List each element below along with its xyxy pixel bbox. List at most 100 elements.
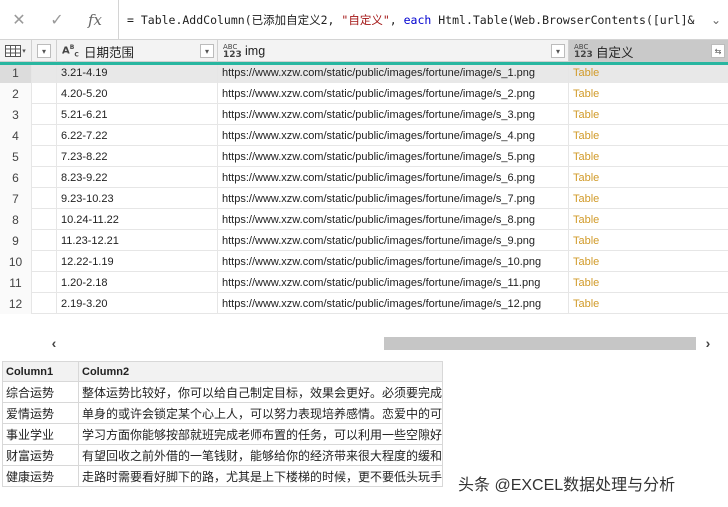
any-type-icon[interactable]: ABC 123 <box>223 43 242 60</box>
scroll-thumb[interactable] <box>384 337 696 350</box>
cell-img-url[interactable]: https://www.xzw.com/static/public/images… <box>218 104 569 125</box>
row-number[interactable]: 2 <box>0 83 32 104</box>
row-spacer <box>32 251 57 272</box>
cell-date[interactable]: 11.23-12.21 <box>57 230 218 251</box>
column-header-custom[interactable]: ABC 123 自定义 ⇆ <box>569 40 728 62</box>
cell-table-link[interactable]: Table <box>569 146 728 167</box>
cell-img-url[interactable]: https://www.xzw.com/static/public/images… <box>218 83 569 104</box>
cell-date[interactable]: 1.20-2.18 <box>57 272 218 293</box>
preview-header-col1: Column1 <box>2 361 79 382</box>
cell-table-link[interactable]: Table <box>569 62 728 83</box>
cell-img-url[interactable]: https://www.xzw.com/static/public/images… <box>218 62 569 83</box>
table-row[interactable]: 10 12.22-1.19 https://www.xzw.com/static/p… <box>0 251 728 272</box>
preview-table: Column1 Column2 综合运势 整体运势比较好，你可以给自己制定目标，效… <box>2 361 443 487</box>
column-name-img: img <box>245 44 266 58</box>
grid-header: ▾ ▾ ABC 日期范围 ▾ ABC 123 img ▾ ABC 123 自定义 ⇆ <box>0 40 728 62</box>
cell-date[interactable]: 8.23-9.22 <box>57 167 218 188</box>
chevron-down-icon[interactable]: ▾ <box>200 44 214 58</box>
cell-table-link[interactable]: Table <box>569 125 728 146</box>
cell-table-link[interactable]: Table <box>569 83 728 104</box>
table-row[interactable]: 2 4.20-5.20 https://www.xzw.com/static/pub… <box>0 83 728 104</box>
chevron-left-icon[interactable]: ‹ <box>46 333 62 353</box>
cell-img-url[interactable]: https://www.xzw.com/static/public/images… <box>218 188 569 209</box>
table-row[interactable]: 11 1.20-2.18 https://www.xzw.com/static/pu… <box>0 272 728 293</box>
preview-cell-value: 有望回收之前外借的一笔钱财，能够给你的经济带来很大程度的缓和 <box>78 444 443 466</box>
row-number[interactable]: 9 <box>0 230 32 251</box>
preview-cell-key: 财富运势 <box>2 444 79 466</box>
horizontal-scrollbar[interactable]: ‹ › <box>0 333 728 355</box>
cell-date[interactable]: 12.22-1.19 <box>57 251 218 272</box>
row-number[interactable]: 8 <box>0 209 32 230</box>
row-number[interactable]: 1 <box>0 62 32 83</box>
table-row[interactable]: 12 2.19-3.20 https://www.xzw.com/static/pu… <box>0 293 728 314</box>
row-spacer <box>32 104 57 125</box>
chevron-right-icon[interactable]: › <box>700 333 716 353</box>
cell-table-link[interactable]: Table <box>569 293 728 314</box>
row-spacer <box>32 209 57 230</box>
row-number[interactable]: 7 <box>0 188 32 209</box>
column-header-date[interactable]: ABC 日期范围 ▾ <box>57 40 218 62</box>
close-icon[interactable]: ✕ <box>0 0 38 40</box>
cell-img-url[interactable]: https://www.xzw.com/static/public/images… <box>218 167 569 188</box>
preview-row: 健康运势 走路时需要看好脚下的路，尤其是上下楼梯的时候，更不要低头玩手 <box>2 465 443 487</box>
column-header-img[interactable]: ABC 123 img ▾ <box>218 40 569 62</box>
table-row[interactable]: 1 3.21-4.19 https://www.xzw.com/static/pub… <box>0 62 728 83</box>
row-number[interactable]: 4 <box>0 125 32 146</box>
preview-cell-key: 综合运势 <box>2 381 79 403</box>
cell-date[interactable]: 3.21-4.19 <box>57 62 218 83</box>
cell-table-link[interactable]: Table <box>569 167 728 188</box>
cell-img-url[interactable]: https://www.xzw.com/static/public/images… <box>218 209 569 230</box>
preview-header-row: Column1 Column2 <box>2 361 443 382</box>
row-number[interactable]: 3 <box>0 104 32 125</box>
cell-table-link[interactable]: Table <box>569 272 728 293</box>
formula-keyword: each <box>403 12 432 27</box>
chevron-down-icon[interactable]: ▾ <box>551 44 565 58</box>
cell-date[interactable]: 4.20-5.20 <box>57 83 218 104</box>
header-filter-cell: ▾ <box>32 40 57 62</box>
expand-column-icon[interactable]: ⇆ <box>711 44 725 58</box>
row-number[interactable]: 12 <box>0 293 32 314</box>
cell-img-url[interactable]: https://www.xzw.com/static/public/images… <box>218 230 569 251</box>
row-number[interactable]: 6 <box>0 167 32 188</box>
cell-table-link[interactable]: Table <box>569 251 728 272</box>
table-row[interactable]: 6 8.23-9.22 https://www.xzw.com/static/pub… <box>0 167 728 188</box>
chevron-down-icon[interactable]: ⌄ <box>704 0 728 40</box>
preview-cell-key: 爱情运势 <box>2 402 79 424</box>
preview-row: 综合运势 整体运势比较好，你可以给自己制定目标，效果会更好。必须要完成 <box>2 381 443 403</box>
preview-body: 综合运势 整体运势比较好，你可以给自己制定目标，效果会更好。必须要完成 爱情运势 单身… <box>2 381 443 487</box>
type-label-123: 123 <box>223 49 242 60</box>
table-menu-icon[interactable]: ▾ <box>0 40 32 62</box>
any-type-icon[interactable]: ABC 123 <box>574 43 593 59</box>
cell-table-link[interactable]: Table <box>569 209 728 230</box>
cell-table-link[interactable]: Table <box>569 188 728 209</box>
formula-prefix: = Table.AddColumn(已添加自定义2, <box>127 12 342 27</box>
cell-date[interactable]: 5.21-6.21 <box>57 104 218 125</box>
chevron-down-icon[interactable]: ▾ <box>37 44 51 58</box>
cell-table-link[interactable]: Table <box>569 104 728 125</box>
cell-img-url[interactable]: https://www.xzw.com/static/public/images… <box>218 146 569 167</box>
text-type-icon[interactable]: ABC <box>62 44 80 58</box>
row-spacer <box>32 230 57 251</box>
check-icon[interactable]: ✓ <box>38 0 76 40</box>
cell-img-url[interactable]: https://www.xzw.com/static/public/images… <box>218 293 569 314</box>
table-row[interactable]: 8 10.24-11.22 https://www.xzw.com/static/p… <box>0 209 728 230</box>
cell-date[interactable]: 9.23-10.23 <box>57 188 218 209</box>
cell-date[interactable]: 7.23-8.22 <box>57 146 218 167</box>
cell-img-url[interactable]: https://www.xzw.com/static/public/images… <box>218 272 569 293</box>
formula-input[interactable]: = Table.AddColumn(已添加自定义2, "自定义", each H… <box>119 12 704 28</box>
row-number[interactable]: 11 <box>0 272 32 293</box>
table-row[interactable]: 7 9.23-10.23 https://www.xzw.com/static/pu… <box>0 188 728 209</box>
cell-date[interactable]: 2.19-3.20 <box>57 293 218 314</box>
cell-date[interactable]: 10.24-11.22 <box>57 209 218 230</box>
cell-table-link[interactable]: Table <box>569 230 728 251</box>
table-row[interactable]: 4 6.22-7.22 https://www.xzw.com/static/pub… <box>0 125 728 146</box>
cell-img-url[interactable]: https://www.xzw.com/static/public/images… <box>218 125 569 146</box>
row-number[interactable]: 10 <box>0 251 32 272</box>
fx-icon[interactable]: fx <box>76 0 114 40</box>
cell-date[interactable]: 6.22-7.22 <box>57 125 218 146</box>
table-row[interactable]: 9 11.23-12.21 https://www.xzw.com/static/p… <box>0 230 728 251</box>
table-row[interactable]: 5 7.23-8.22 https://www.xzw.com/static/pub… <box>0 146 728 167</box>
table-row[interactable]: 3 5.21-6.21 https://www.xzw.com/static/pub… <box>0 104 728 125</box>
row-number[interactable]: 5 <box>0 146 32 167</box>
cell-img-url[interactable]: https://www.xzw.com/static/public/images… <box>218 251 569 272</box>
